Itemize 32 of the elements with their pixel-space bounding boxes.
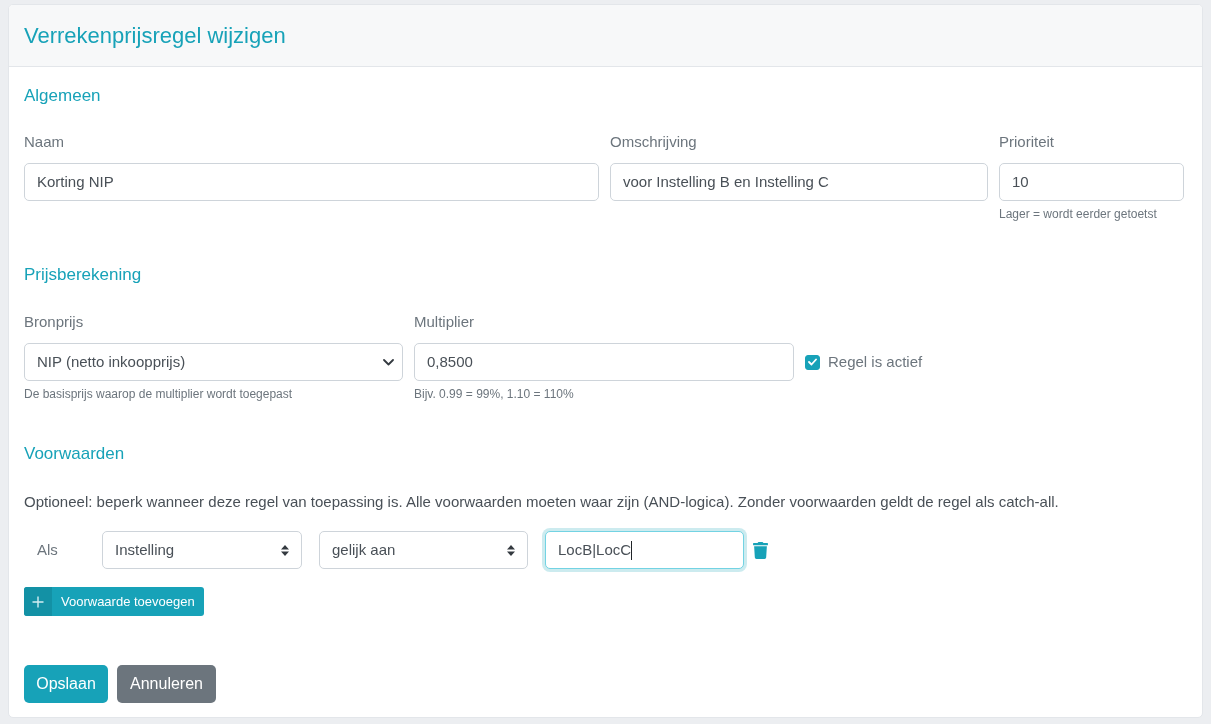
trash-icon[interactable]	[753, 541, 768, 559]
page-title: Verrekenprijsregel wijzigen	[24, 22, 286, 50]
input-field[interactable]: Korting NIP	[24, 163, 599, 201]
input-field[interactable]: 10	[999, 163, 1184, 201]
select-field[interactable]: Instelling	[102, 531, 302, 569]
text-caret-icon	[631, 540, 633, 560]
field-label: Prioriteit	[999, 132, 1054, 152]
help-text: Bijv. 0.99 = 99%, 1.10 = 110%	[414, 386, 574, 402]
checkbox-label: Regel is actief	[828, 351, 923, 372]
chevron-down-icon	[383, 358, 394, 366]
conditions-description: Optioneel: beperk wanneer deze regel van toepassing is. Alle voorwaarden moeten waar zijn (AND-logica). Zonder voorwaarden geldt de regel als catch-all.	[24, 492, 1059, 512]
checkmark-icon	[808, 358, 817, 366]
sort-arrows-icon	[281, 544, 289, 556]
input-field[interactable]: voor Instelling B en Instelling C	[610, 163, 988, 201]
input-field[interactable]: 0,8500	[414, 343, 794, 381]
sort-arrows-icon	[507, 544, 515, 556]
help-text: Lager = wordt eerder getoetst	[999, 206, 1157, 222]
field-label: Bronprijs	[24, 312, 84, 332]
input-field[interactable]: LocB|LocC	[545, 531, 744, 569]
help-text: De basisprijs waarop de multiplier wordt toegepast	[24, 386, 293, 402]
plus-icon	[24, 587, 52, 616]
condition-prefix: Als	[37, 541, 58, 558]
section-heading: Prijsberekening	[24, 264, 142, 286]
section-heading: Algemeen	[24, 85, 101, 107]
field-label: Multiplier	[414, 312, 474, 332]
section-heading: Voorwaarden	[24, 443, 125, 465]
cancel-button[interactable]: Annuleren	[117, 665, 216, 703]
select-field[interactable]: gelijk aan	[319, 531, 528, 569]
field-label: Omschrijving	[610, 132, 697, 152]
select-field[interactable]: NIP (netto inkoopprijs)	[24, 343, 403, 381]
checkbox[interactable]	[805, 354, 820, 370]
field-label: Naam	[24, 132, 64, 152]
